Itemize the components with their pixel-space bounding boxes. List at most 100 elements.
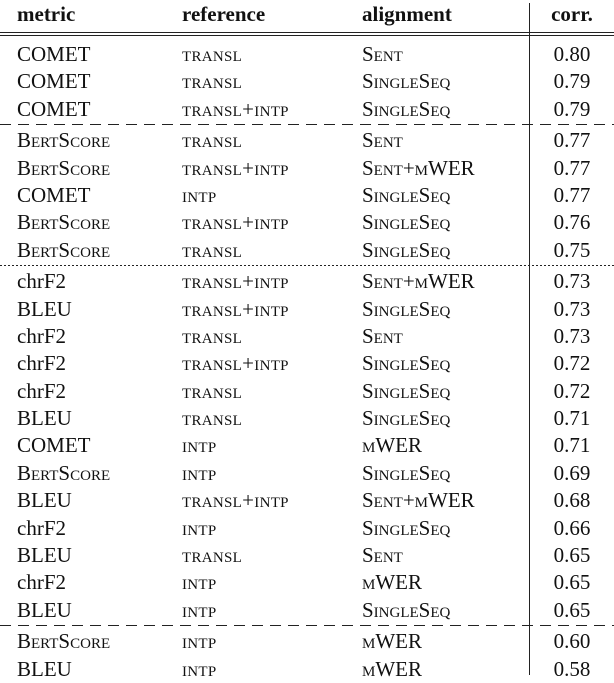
corr-cell: 0.65 xyxy=(553,543,591,568)
reference-cell: intp xyxy=(182,433,217,458)
alignment-cell: SingleSeq xyxy=(362,96,451,121)
table-row: chrF2 transl+intp SingleSeq 0.72 xyxy=(0,350,614,377)
corr-cell: 0.73 xyxy=(553,323,591,348)
metric-cell: chrF2 xyxy=(17,323,66,348)
header-reference: reference xyxy=(182,2,266,26)
alignment-cell: SingleSeq xyxy=(362,210,451,235)
reference-cell: intp xyxy=(182,515,217,540)
metric-cell: COMET xyxy=(17,42,91,66)
alignment-cell: Sent+mWER xyxy=(362,269,475,294)
alignment-cell: SingleSeq xyxy=(362,406,451,431)
alignment-cell: mWER xyxy=(362,656,422,681)
corr-cell: 0.69 xyxy=(553,460,591,485)
corr-cell: 0.80 xyxy=(553,42,591,66)
metric-cell: chrF2 xyxy=(17,570,66,595)
table-row: COMET transl Sent 0.80 xyxy=(0,41,614,68)
table-row: BLEU transl+intp Sent+mWER 0.68 xyxy=(0,487,614,514)
table-row: chrF2 transl+intp Sent+mWER 0.73 xyxy=(0,268,614,295)
metric-cell: BLEU xyxy=(17,406,72,431)
corr-cell: 0.73 xyxy=(553,296,591,321)
corr-cell: 0.79 xyxy=(553,69,591,94)
table-row: BLEU transl SingleSeq 0.71 xyxy=(0,405,614,432)
alignment-cell: SingleSeq xyxy=(362,296,451,321)
metric-cell: chrF2 xyxy=(17,515,66,540)
header-corr: corr. xyxy=(551,2,593,26)
table-row: BLEU intp mWER 0.58 xyxy=(0,656,614,683)
alignment-cell: SingleSeq xyxy=(362,515,451,540)
dashed-rule xyxy=(0,124,614,127)
reference-cell: transl+intp xyxy=(182,210,289,235)
metric-cell: BLEU xyxy=(17,543,72,568)
metric-cell: BertScore xyxy=(17,210,111,235)
metric-cell: COMET xyxy=(17,182,91,207)
table-row: BertScore transl+intp SingleSeq 0.76 xyxy=(0,209,614,236)
table-body: COMET transl Sent 0.80 COMET transl SingleSeq 0… xyxy=(0,31,614,683)
column-divider xyxy=(529,3,530,675)
alignment-cell: Sent+mWER xyxy=(362,155,475,180)
reference-cell: intp xyxy=(182,629,217,654)
metric-cell: BertScore xyxy=(17,128,111,153)
header-metric: metric xyxy=(17,2,76,26)
corr-cell: 0.66 xyxy=(553,515,591,540)
table-row: COMET transl SingleSeq 0.79 xyxy=(0,68,614,95)
header-alignment: alignment xyxy=(362,2,452,26)
rule-line xyxy=(0,35,614,37)
reference-cell: transl xyxy=(182,128,243,153)
dashed-rule xyxy=(0,625,614,628)
corr-cell: 0.79 xyxy=(553,96,591,121)
alignment-cell: SingleSeq xyxy=(362,460,451,485)
rule-line xyxy=(0,32,614,34)
alignment-cell: Sent xyxy=(362,323,403,348)
table-row: COMET transl+intp SingleSeq 0.79 xyxy=(0,96,614,123)
corr-cell: 0.65 xyxy=(553,570,591,595)
reference-cell: transl xyxy=(182,237,243,262)
metric-cell: COMET xyxy=(17,69,91,94)
table-row: chrF2 intp SingleSeq 0.66 xyxy=(0,515,614,542)
alignment-cell: mWER xyxy=(362,629,422,654)
reference-cell: intp xyxy=(182,656,217,681)
metric-cell: chrF2 xyxy=(17,378,66,403)
table-row: COMET intp SingleSeq 0.77 xyxy=(0,182,614,209)
alignment-cell: SingleSeq xyxy=(362,182,451,207)
metric-cell: COMET xyxy=(17,96,91,121)
alignment-cell: mWER xyxy=(362,570,422,595)
metric-cell: BLEU xyxy=(17,597,72,622)
reference-cell: transl+intp xyxy=(182,269,289,294)
corr-cell: 0.72 xyxy=(553,378,591,403)
metric-cell: COMET xyxy=(17,433,91,458)
reference-cell: transl+intp xyxy=(182,155,289,180)
alignment-cell: Sent xyxy=(362,128,403,153)
correlation-table: metric reference alignment corr. COMET tr… xyxy=(0,0,614,683)
corr-cell: 0.73 xyxy=(553,269,591,294)
double-rule xyxy=(0,31,614,41)
alignment-cell: SingleSeq xyxy=(362,69,451,94)
corr-cell: 0.65 xyxy=(553,597,591,622)
metric-cell: BLEU xyxy=(17,488,72,513)
reference-cell: transl xyxy=(182,378,243,403)
reference-cell: transl+intp xyxy=(182,351,289,376)
alignment-cell: SingleSeq xyxy=(362,597,451,622)
metric-cell: BertScore xyxy=(17,460,111,485)
table-row: BertScore transl+intp Sent+mWER 0.77 xyxy=(0,155,614,182)
metric-cell: BLEU xyxy=(17,296,72,321)
corr-cell: 0.77 xyxy=(553,182,591,207)
reference-cell: transl+intp xyxy=(182,296,289,321)
metric-cell: BertScore xyxy=(17,629,111,654)
reference-cell: intp xyxy=(182,597,217,622)
table-row: chrF2 intp mWER 0.65 xyxy=(0,569,614,596)
alignment-cell: Sent+mWER xyxy=(362,488,475,513)
corr-cell: 0.76 xyxy=(553,210,591,235)
reference-cell: intp xyxy=(182,570,217,595)
reference-cell: transl xyxy=(182,323,243,348)
table-row: COMET intp mWER 0.71 xyxy=(0,432,614,459)
corr-cell: 0.58 xyxy=(553,656,591,681)
header-row: metric reference alignment corr. xyxy=(0,0,614,31)
corr-cell: 0.72 xyxy=(553,351,591,376)
corr-cell: 0.71 xyxy=(553,433,591,458)
reference-cell: transl+intp xyxy=(182,488,289,513)
alignment-cell: mWER xyxy=(362,433,422,458)
reference-cell: transl xyxy=(182,69,243,94)
reference-cell: intp xyxy=(182,460,217,485)
metric-cell: BertScore xyxy=(17,155,111,180)
metric-cell: chrF2 xyxy=(17,351,66,376)
